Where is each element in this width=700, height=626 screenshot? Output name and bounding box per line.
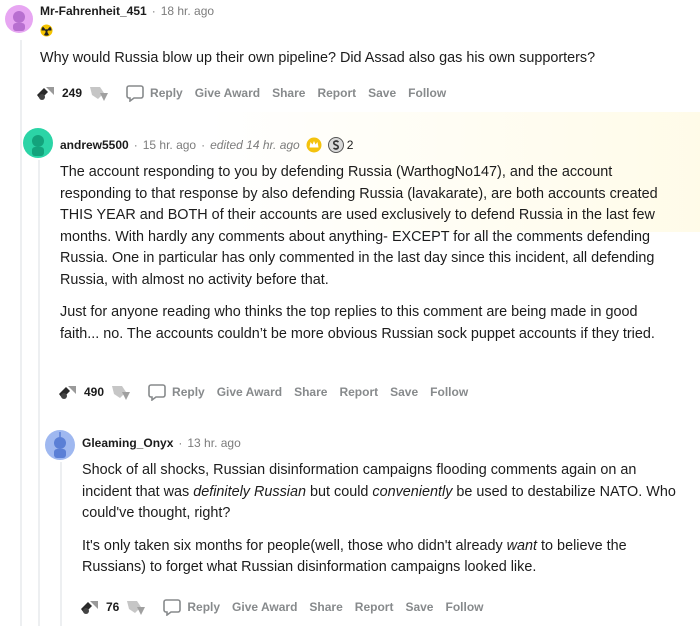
report-button[interactable]: Report (339, 385, 378, 399)
award-count: 2 (346, 138, 354, 152)
give-award-button[interactable]: Give Award (232, 600, 297, 614)
comment-paragraph: Shock of all shocks, Russian disinformat… (82, 462, 676, 521)
timestamp[interactable]: 18 hr. ago (161, 4, 214, 18)
reply-button[interactable]: Reply (163, 598, 220, 616)
share-button[interactable]: Share (309, 600, 342, 614)
comment-bubble-icon (163, 599, 182, 616)
reply-button[interactable]: Reply (126, 84, 183, 102)
follow-button[interactable]: Follow (408, 86, 446, 100)
comment-meta: Gleaming_Onyx · 13 hr. ago (82, 436, 241, 450)
author-name[interactable]: andrew5500 (60, 138, 129, 152)
comment-paragraph: Why would Russia blow up their own pipel… (40, 50, 596, 66)
upvote-button[interactable] (34, 83, 58, 103)
share-button[interactable]: Share (294, 385, 327, 399)
save-button[interactable]: Save (405, 600, 433, 614)
edited-timestamp: edited 14 hr. ago (210, 138, 300, 152)
silver-award-icon (327, 137, 344, 153)
upvote-button[interactable] (56, 382, 80, 402)
share-button[interactable]: Share (272, 86, 305, 100)
upvote-icon (59, 386, 76, 399)
comment-paragraph: Just for anyone reading who thinks the t… (60, 304, 655, 342)
timestamp[interactable]: 13 hr. ago (187, 436, 240, 450)
downvote-icon (90, 87, 109, 101)
follow-button[interactable]: Follow (445, 600, 483, 614)
save-button[interactable]: Save (368, 86, 396, 100)
comment-meta: Mr-Fahrenheit_451 · 18 hr. ago (40, 4, 215, 18)
comment-paragraph: The account responding to you by defendi… (60, 164, 658, 288)
downvote-button[interactable] (86, 83, 110, 103)
comment-actions: 490 Reply Give Award Share Report Save F… (56, 381, 468, 403)
comment-bubble-icon (126, 85, 144, 102)
comment-bubble-icon (148, 384, 166, 401)
thread-line[interactable] (60, 462, 62, 626)
comment-body: The account responding to you by defendi… (60, 162, 675, 345)
comment-actions: 249 Reply Give Award Share Report Save F… (34, 82, 446, 104)
timestamp[interactable]: 15 hr. ago (143, 138, 196, 152)
avatar[interactable] (5, 5, 33, 33)
give-award-button[interactable]: Give Award (217, 385, 282, 399)
report-button[interactable]: Report (317, 86, 356, 100)
vote-score: 490 (84, 385, 105, 399)
comment-actions: 76 Reply Give Award Share Report Save Fo… (78, 596, 483, 618)
follow-button[interactable]: Follow (430, 385, 468, 399)
comment-body: Why would Russia blow up their own pipel… (40, 48, 690, 70)
comment-body: Shock of all shocks, Russian disinformat… (82, 460, 682, 579)
vote-score: 76 (106, 600, 120, 614)
upvote-button[interactable] (78, 597, 102, 617)
radiation-icon (40, 24, 53, 37)
report-button[interactable]: Report (355, 600, 394, 614)
downvote-icon (112, 386, 131, 400)
author-name[interactable]: Mr-Fahrenheit_451 (40, 4, 147, 18)
author-name[interactable]: Gleaming_Onyx (82, 436, 173, 450)
avatar[interactable] (23, 128, 53, 158)
downvote-icon (127, 601, 146, 615)
avatar[interactable] (45, 430, 75, 460)
comment-meta: andrew5500 · 15 hr. ago · edited 14 hr. … (60, 137, 354, 153)
award-badge[interactable]: 2 (327, 137, 354, 153)
downvote-button[interactable] (108, 382, 132, 402)
downvote-button[interactable] (123, 597, 147, 617)
comment-paragraph: It's only taken six months for people(we… (82, 537, 627, 576)
give-award-button[interactable]: Give Award (195, 86, 260, 100)
reply-button[interactable]: Reply (148, 383, 205, 401)
vote-score: 249 (62, 86, 83, 100)
upvote-icon (81, 601, 98, 614)
save-button[interactable]: Save (390, 385, 418, 399)
upvote-icon (37, 87, 54, 100)
crown-award-icon (306, 137, 322, 153)
thread-line[interactable] (38, 160, 40, 626)
thread-line[interactable] (20, 40, 22, 626)
award-badge[interactable] (306, 137, 322, 153)
